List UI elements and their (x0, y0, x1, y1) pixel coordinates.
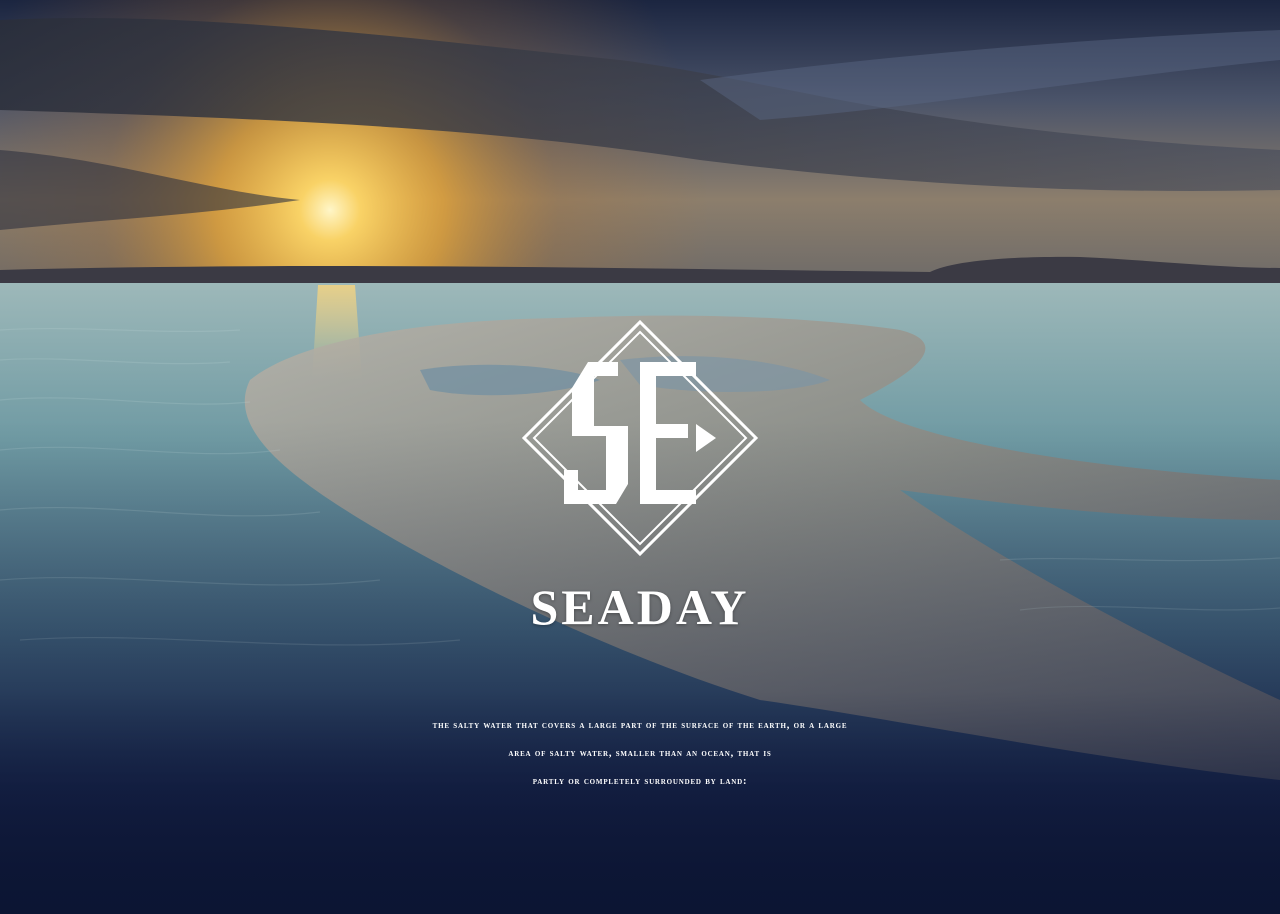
brand-wordmark: SEADAY (530, 579, 750, 635)
hero-section: SEADAY THE SALTY WATER THAT COVERS A LAR… (0, 0, 1280, 914)
brand-block: SEADAY (0, 318, 1280, 632)
tagline: THE SALTY WATER THAT COVERS A LARGE PART… (0, 716, 1280, 800)
tagline-line-1: THE SALTY WATER THAT COVERS A LARGE PART… (432, 720, 848, 731)
tagline-line-3: PARTLY OR COMPLETELY SURROUNDED BY LAND: (532, 776, 748, 787)
tagline-line-2: AREA OF SALTY WATER, SMALLER THAN AN OCE… (508, 748, 772, 759)
diamond-monogram-icon (521, 319, 759, 557)
